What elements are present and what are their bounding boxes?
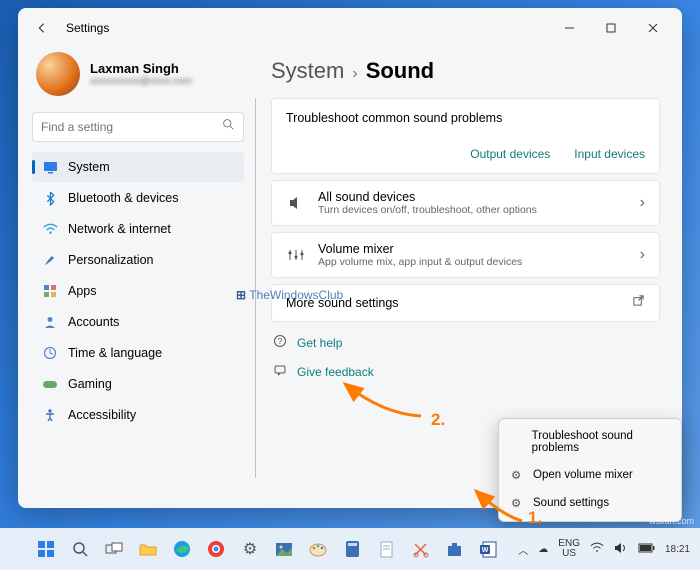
person-icon [42, 314, 58, 330]
nav-personalization[interactable]: Personalization [32, 245, 244, 275]
user-email: xxxxxxxxxx@xxxx.com [90, 76, 192, 87]
onedrive-tray-icon[interactable]: ☁ [538, 544, 548, 555]
explorer-button[interactable] [134, 535, 162, 563]
store-button[interactable] [440, 535, 468, 563]
photos-button[interactable] [270, 535, 298, 563]
battery-tray-icon[interactable] [638, 543, 655, 556]
back-button[interactable] [26, 12, 58, 44]
gamepad-icon [42, 376, 58, 392]
maximize-button[interactable] [590, 14, 632, 42]
edge-button[interactable] [168, 535, 196, 563]
speaker-context-menu: Troubleshoot sound problems ⚙Open volume… [498, 418, 682, 522]
start-button[interactable] [32, 535, 60, 563]
calculator-button[interactable] [338, 535, 366, 563]
search-icon [222, 118, 235, 136]
gear-icon: ⚙ [511, 468, 525, 482]
chevron-right-icon: › [640, 194, 645, 212]
notepad-button[interactable] [372, 535, 400, 563]
titlebar: Settings [18, 8, 682, 48]
nav-accessibility[interactable]: Accessibility [32, 400, 244, 430]
help-icon: ? [273, 334, 287, 351]
task-view-button[interactable] [100, 535, 128, 563]
breadcrumb-current: Sound [366, 58, 434, 84]
avatar [36, 52, 80, 96]
output-devices-link[interactable]: Output devices [470, 147, 550, 161]
breadcrumb: System › Sound [271, 58, 660, 84]
brush-icon [42, 252, 58, 268]
sidebar: Laxman Singh xxxxxxxxxx@xxxx.com System … [18, 48, 253, 508]
scrollbar[interactable] [255, 98, 256, 478]
close-button[interactable] [632, 14, 674, 42]
search-taskbar-button[interactable] [66, 535, 94, 563]
wifi-icon [42, 221, 58, 237]
accessibility-icon [42, 407, 58, 423]
chevron-right-icon: › [352, 65, 357, 83]
user-name: Laxman Singh [90, 61, 192, 76]
nav-bluetooth[interactable]: Bluetooth & devices [32, 183, 244, 213]
search-input-container[interactable] [32, 112, 244, 142]
snipping-button[interactable] [406, 535, 434, 563]
bluetooth-icon [42, 190, 58, 206]
give-feedback-row[interactable]: Give feedback [271, 357, 660, 386]
word-button[interactable]: W [474, 535, 502, 563]
annotation-label-1: 1. [528, 508, 542, 528]
minimize-button[interactable] [548, 14, 590, 42]
speaker-icon [286, 195, 306, 211]
tray-chevron-icon[interactable]: ︿ [518, 542, 528, 557]
monitor-icon [42, 159, 58, 175]
nav-system[interactable]: System [32, 152, 244, 182]
volume-mixer-card[interactable]: Volume mixer App volume mix, app input &… [271, 232, 660, 278]
taskbar-clock[interactable]: 18:21 [665, 544, 690, 555]
mixer-icon [286, 248, 306, 262]
app-title: Settings [66, 21, 109, 35]
nav-gaming[interactable]: Gaming [32, 369, 244, 399]
globe-clock-icon [42, 345, 58, 361]
svg-text:W: W [482, 547, 489, 554]
source-watermark: wsxdn.com [649, 516, 694, 526]
svg-text:?: ? [278, 337, 283, 346]
settings-taskbar-button[interactable]: ⚙ [236, 535, 264, 563]
speaker-tray-icon[interactable] [614, 542, 628, 557]
troubleshoot-card: Troubleshoot common sound problems Outpu… [271, 98, 660, 174]
all-sound-devices-card[interactable]: All sound devices Turn devices on/off, t… [271, 180, 660, 226]
chrome-button[interactable] [202, 535, 230, 563]
ctx-open-mixer[interactable]: ⚙Open volume mixer [503, 461, 677, 489]
nav-accounts[interactable]: Accounts [32, 307, 244, 337]
annotation-label-2: 2. [431, 410, 445, 430]
apps-icon [42, 283, 58, 299]
nav-network[interactable]: Network & internet [32, 214, 244, 244]
nav-time-language[interactable]: Time & language [32, 338, 244, 368]
ctx-troubleshoot[interactable]: Troubleshoot sound problems [503, 423, 677, 461]
language-indicator[interactable]: ENGUS [558, 539, 580, 559]
breadcrumb-parent[interactable]: System [271, 58, 344, 84]
user-account[interactable]: Laxman Singh xxxxxxxxxx@xxxx.com [32, 48, 244, 106]
troubleshoot-title: Troubleshoot common sound problems [286, 111, 645, 125]
wifi-tray-icon[interactable] [590, 542, 604, 556]
gear-icon: ⚙ [511, 496, 525, 510]
taskbar: ⚙ W ︿ ☁ ENGUS 18:21 [0, 528, 700, 570]
get-help-row[interactable]: ? Get help [271, 328, 660, 357]
nav-apps[interactable]: Apps [32, 276, 244, 306]
open-external-icon [632, 294, 645, 312]
more-sound-settings-card[interactable]: More sound settings [271, 284, 660, 322]
chevron-right-icon: › [640, 246, 645, 264]
nav-list: System Bluetooth & devices Network & int… [32, 152, 244, 430]
input-devices-link[interactable]: Input devices [574, 147, 645, 161]
search-input[interactable] [41, 120, 222, 134]
feedback-icon [273, 363, 287, 380]
paint-button[interactable] [304, 535, 332, 563]
